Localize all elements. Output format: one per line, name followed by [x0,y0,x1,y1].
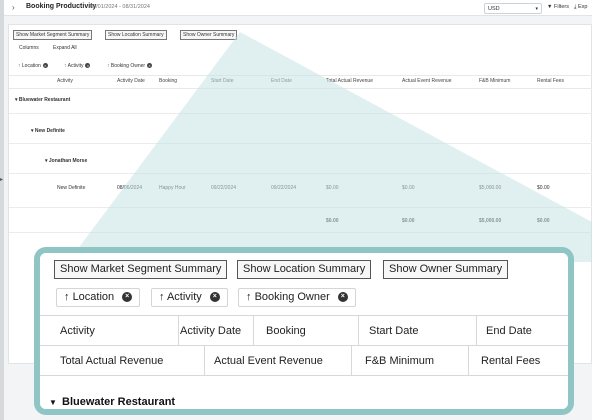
row-divider [9,143,592,144]
col-header-start-date[interactable]: Start Date [211,78,234,84]
zoom-col-header-fb-minimum[interactable]: F&B Minimum [365,355,434,367]
col-header-actual-event-revenue[interactable]: Actual Event Revenue [402,78,451,84]
page-title: Booking Productivity [26,3,97,10]
arrow-up-icon: ↑ [246,291,252,303]
zoom-owner-summary-button[interactable]: Show Owner Summary [383,260,509,279]
remove-icon[interactable]: × [337,292,348,303]
col-header-rental-fees[interactable]: Rental Fees [537,78,564,84]
zoom-group-chip-booking-owner[interactable]: ↑ Booking Owner × [238,288,356,307]
zoom-col-header-actual-event-revenue[interactable]: Actual Event Revenue [214,355,323,367]
col-header-activity-date[interactable]: Activity Date [117,78,145,84]
remove-icon[interactable]: × [42,63,48,69]
cell-booking[interactable]: Happy Hour [159,185,186,191]
cell-activity-date: 08/06/2024 [117,185,143,191]
col-divider [204,346,205,375]
zoom-col-header-start-date[interactable]: Start Date [369,325,419,337]
date-range: 08/01/2024 - 08/31/2024 [90,4,150,10]
row-divider [9,207,592,208]
cell-fb-minimum: $5,000.00 [479,185,502,191]
remove-icon[interactable]: × [209,292,220,303]
remove-icon[interactable]: × [147,63,153,69]
col-divider [178,316,179,345]
cell-actual-event-revenue: $0.00 [402,185,415,191]
col-header-booking[interactable]: Booking [159,78,177,84]
group-row-activity[interactable]: ▾ New Definite [31,128,65,134]
currency-select[interactable]: USD ▾ [484,3,542,14]
col-header-fb-minimum[interactable]: F&B Minimum [479,78,510,84]
zoom-location-summary-button[interactable]: Show Location Summary [237,260,372,279]
group-chip-activity[interactable]: ↑ Activity × [64,63,91,69]
col-divider [351,346,352,375]
filter-icon: ▼ [547,4,553,10]
expand-all-button[interactable]: Expand All [53,45,77,51]
columns-button[interactable]: Columns [19,45,39,51]
col-header-end-date[interactable]: End Date [271,78,292,84]
zoom-group-row-location[interactable]: Bluewater Restaurant [62,396,175,408]
zoom-group-chip-location[interactable]: ↑ Location × [56,288,141,307]
total-actual-event-revenue: $0.00 [402,218,415,224]
col-divider [468,346,469,375]
remove-icon[interactable]: × [122,292,133,303]
total-rental-fees: $0.00 [537,218,550,224]
cell-end-date: 09/22/2024 [271,185,297,191]
caret-down-icon[interactable]: ▼ [49,398,57,407]
zoom-col-header-rental-fees[interactable]: Rental Fees [481,355,540,367]
col-header-total-actual-revenue[interactable]: Total Actual Revenue [326,78,373,84]
col-divider [358,316,359,345]
group-row-owner[interactable]: ▾ Jonathan Morse [45,158,87,164]
market-segment-summary-button[interactable]: Show Market Segment Summary [13,30,93,40]
chevron-right-icon[interactable]: › [12,3,15,12]
export-button[interactable]: ⤓ Exp [574,4,587,11]
col-header-activity[interactable]: Activity [57,78,73,84]
zoom-group-chip-activity[interactable]: ↑ Activity × [151,288,228,307]
filters-button[interactable]: ▼ Filters [547,4,569,10]
col-divider [476,316,477,345]
total-actual-revenue: $0.00 [326,218,339,224]
owner-summary-button[interactable]: Show Owner Summary [180,30,238,40]
zoom-col-header-end-date[interactable]: End Date [486,325,532,337]
cell-rental-fees: $0.00 [537,185,550,191]
arrow-up-icon: ↑ [64,291,70,303]
zoom-content: Show Market Segment Summary Show Locatio… [40,253,568,409]
zoom-col-header-booking[interactable]: Booking [266,325,306,337]
zoom-col-header-activity[interactable]: Activity [60,325,95,337]
cell-total-actual-revenue: $0.00 [326,185,339,191]
group-row-location[interactable]: ▾ Bluewater Restaurant [15,97,70,103]
location-summary-button[interactable]: Show Location Summary [105,30,167,40]
zoom-market-segment-summary-button[interactable]: Show Market Segment Summary [54,260,228,279]
total-fb-minimum: $5,000.00 [479,218,502,224]
zoom-callout: Show Market Segment Summary Show Locatio… [34,247,574,415]
caret-down-icon: ▾ [535,6,538,12]
group-chip-location[interactable]: ↑ Location × [18,63,48,69]
top-bar: › Booking Productivity 08/01/2024 - 08/3… [4,0,592,16]
download-icon: ⤓ [574,4,577,10]
zoom-col-header-activity-date[interactable]: Activity Date [180,325,241,337]
row-divider [9,173,592,174]
zoom-col-header-total-actual-revenue[interactable]: Total Actual Revenue [60,355,163,367]
row-divider [9,232,592,233]
arrow-up-icon: ↑ [159,291,165,303]
cell-start-date: 09/22/2024 [211,185,237,191]
row-divider [9,113,592,114]
cell-activity: New Definite [57,185,86,191]
col-divider [253,316,254,345]
group-chip-booking-owner[interactable]: ↑ Booking Owner × [107,63,153,69]
remove-icon[interactable]: × [85,63,91,69]
